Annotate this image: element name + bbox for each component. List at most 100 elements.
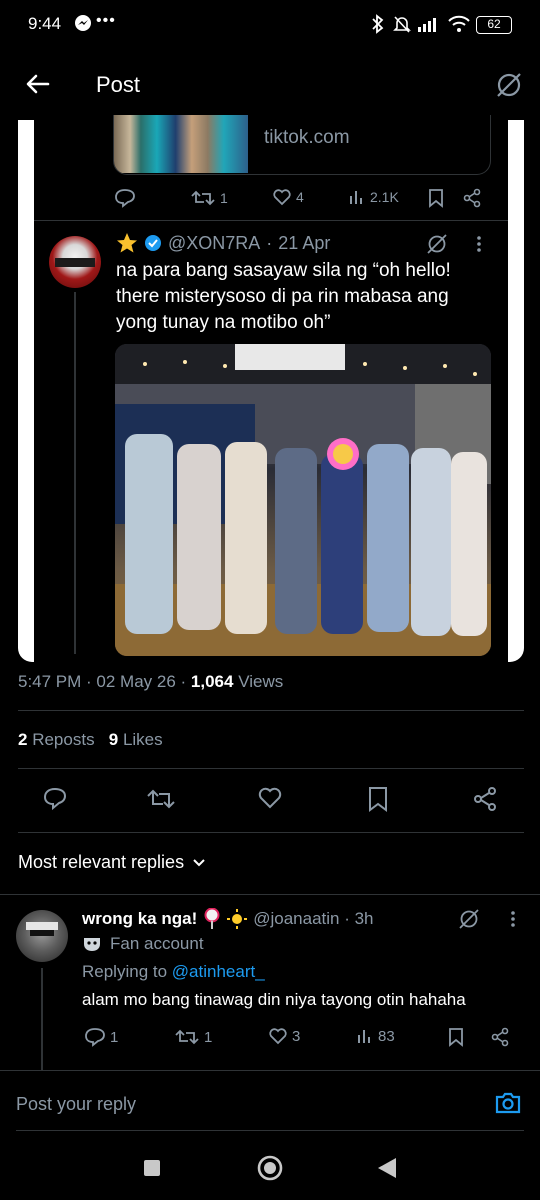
reply-avatar[interactable] [16, 910, 68, 962]
share-icon [474, 787, 496, 811]
replying-to: Replying to @atinheart_ [82, 962, 265, 982]
retweet-icon [147, 789, 175, 809]
share-button-small[interactable] [462, 188, 482, 208]
heart-icon [272, 188, 292, 206]
likes-count[interactable]: 9 [109, 730, 118, 749]
divider [0, 1070, 540, 1071]
replies-sort-label: Most relevant replies [18, 852, 185, 872]
views-count: 1,064 [190, 672, 234, 691]
bluetooth-icon [370, 14, 386, 34]
divider [0, 894, 540, 895]
reposts-count[interactable]: 2 [18, 730, 27, 749]
grok-icon-post[interactable] [426, 233, 448, 255]
signal-icon [416, 15, 442, 33]
reply-bookmark-button[interactable] [448, 1027, 464, 1047]
status-bar: 9:44 ••• 62 [0, 0, 540, 50]
reposts-label[interactable]: Reposts [32, 730, 94, 749]
views-label: Views [238, 672, 284, 691]
more-options-icon[interactable] [474, 234, 484, 254]
quote-date: 21 Apr [278, 232, 331, 253]
reply-composer-input[interactable]: Post your reply [16, 1094, 136, 1115]
battery-indicator: 62 [476, 16, 512, 34]
top-bar: Post [0, 55, 540, 115]
reply-button-small[interactable] [114, 188, 136, 208]
like-button[interactable] [257, 786, 283, 810]
divider [16, 1130, 524, 1131]
heart-icon [268, 1027, 288, 1045]
messenger-icon [74, 14, 92, 32]
thread-line [41, 968, 43, 1070]
replying-to-handle[interactable]: @atinheart_ [172, 962, 265, 981]
heart-icon [258, 787, 282, 809]
more-options-icon[interactable] [508, 909, 518, 929]
views-count-small: 2.1K [370, 189, 399, 205]
back-arrow-icon[interactable] [24, 70, 52, 98]
reply-reply-button[interactable]: 1 [84, 1027, 118, 1047]
bookmark-icon [428, 188, 444, 208]
divider [18, 710, 524, 711]
views-button-small[interactable]: 2.1K [348, 188, 399, 206]
retweet-icon [190, 188, 216, 208]
status-more: ••• [96, 12, 116, 29]
like-count-small: 4 [296, 189, 304, 205]
reply-icon [43, 787, 67, 811]
grok-icon-reply[interactable] [458, 908, 480, 930]
quote-handle[interactable]: @XON7RA [168, 233, 260, 254]
quote-post-text: na para bang sasayaw sila ng “oh hello! … [116, 260, 451, 333]
mask-icon [82, 935, 102, 953]
divider [34, 220, 508, 221]
home-icon[interactable] [256, 1154, 284, 1182]
replies-sort-dropdown[interactable]: Most relevant replies [18, 852, 206, 873]
link-preview-card[interactable]: tiktok.com [113, 115, 491, 175]
views-icon [356, 1027, 374, 1045]
share-button[interactable] [472, 786, 498, 812]
avatar[interactable] [49, 236, 101, 288]
recent-apps-icon[interactable] [142, 1158, 162, 1178]
post-counts: 2 Reposts 9 Likes [18, 730, 163, 750]
bookmark-button[interactable] [367, 786, 389, 812]
like-button-small[interactable]: 4 [272, 188, 304, 206]
replying-prefix: Replying to [82, 962, 168, 981]
retweet-button-small[interactable]: 1 [190, 188, 228, 208]
reply-handle-time[interactable]: @joanaatin · 3h [253, 909, 373, 929]
reply-text: alam mo bang tinawag din niya tayong oti… [82, 990, 466, 1009]
share-icon [490, 1027, 510, 1047]
reply-icon [84, 1027, 106, 1047]
share-icon [462, 188, 482, 208]
bookmark-button-small[interactable] [428, 188, 444, 208]
views-icon [348, 188, 366, 206]
reply-display-name[interactable]: wrong ka nga! [82, 909, 197, 929]
link-thumbnail [114, 115, 248, 173]
divider [18, 832, 524, 833]
star-icon [116, 232, 138, 254]
fan-account-label: Fan account [82, 934, 204, 954]
reply-views-button[interactable]: 83 [356, 1027, 395, 1045]
camera-icon[interactable] [494, 1090, 522, 1116]
post-time: 5:47 PM · 02 May 26 · [18, 672, 187, 691]
wifi-icon [447, 15, 471, 33]
retweet-button[interactable] [146, 786, 176, 812]
divider [18, 768, 524, 769]
retweet-icon [174, 1027, 200, 1047]
back-icon[interactable] [376, 1156, 398, 1180]
likes-label[interactable]: Likes [123, 730, 163, 749]
reply-like-button[interactable]: 3 [268, 1027, 300, 1045]
system-nav-bar [0, 1140, 540, 1200]
link-domain: tiktok.com [264, 127, 350, 148]
post-image[interactable] [115, 344, 491, 656]
reply-like-count: 3 [292, 1027, 301, 1045]
reply-header: wrong ka nga! @joanaatin · 3h [82, 908, 374, 930]
grok-icon[interactable] [494, 70, 524, 100]
reply-button[interactable] [42, 786, 68, 812]
post-timestamp: 5:47 PM · 02 May 26 · 1,064 Views [18, 672, 283, 692]
reply-views-count: 83 [378, 1027, 395, 1045]
quote-post-header: @XON7RA · 21 Apr [116, 232, 330, 254]
retweet-count-small: 1 [220, 190, 228, 206]
reply-icon [114, 188, 136, 208]
status-time: 9:44 [28, 14, 62, 33]
reply-retweet-button[interactable]: 1 [174, 1027, 212, 1047]
mute-icon [392, 14, 412, 34]
reply-reply-count: 1 [110, 1028, 119, 1046]
reply-share-button[interactable] [490, 1027, 510, 1047]
fan-account-text: Fan account [110, 934, 204, 953]
